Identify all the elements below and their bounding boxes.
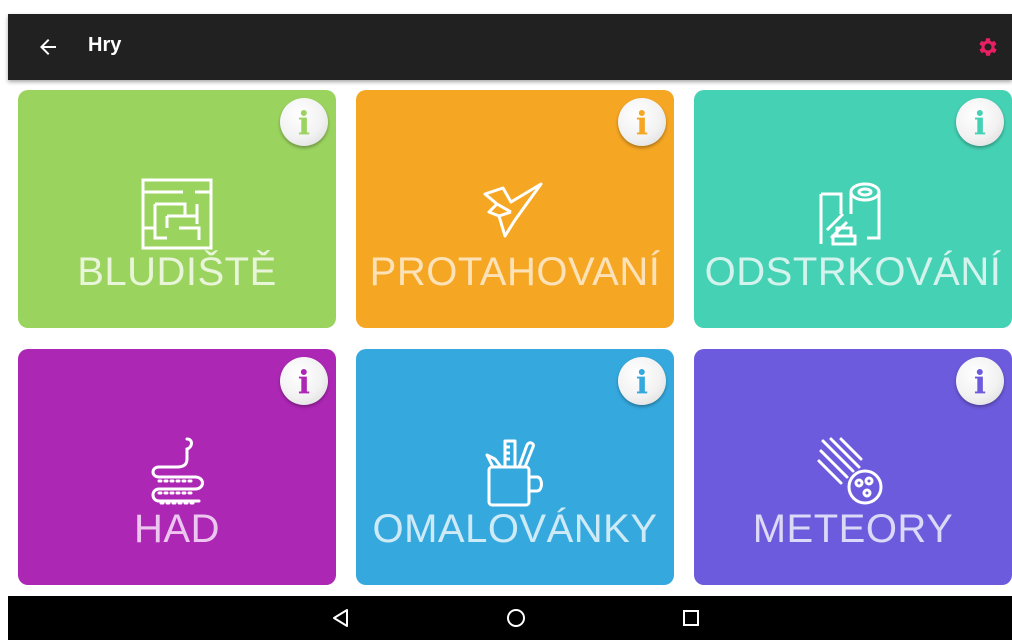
info-icon: i [973,363,987,401]
tile-label: HAD [134,507,220,551]
maze-icon [141,178,213,250]
tile-label: OMALOVÁNKY [372,507,658,551]
info-button[interactable]: i [956,98,1004,146]
tile-label: PROTAHOVANÍ [369,250,661,294]
app-bar: Hry [8,14,1012,80]
info-icon: i [973,104,987,142]
info-button[interactable]: i [956,357,1004,405]
tile-omalovanky[interactable]: i OMALOVÁNKY [356,349,674,585]
system-navbar [8,596,1012,640]
meteor-icon [817,437,883,505]
gear-icon[interactable] [976,35,1000,59]
back-arrow-icon[interactable] [36,35,60,59]
info-button[interactable]: i [280,357,328,405]
tile-label: ODSTRKOVÁNÍ [704,250,1002,294]
info-button[interactable]: i [280,98,328,146]
back-triangle-icon[interactable] [330,607,352,629]
tile-bludiste[interactable]: i BLUDIŠTĚ [18,90,336,328]
tile-protahovani[interactable]: i PROTAHOVANÍ [356,90,674,328]
tile-label: BLUDIŠTĚ [77,250,277,294]
tile-odstrkovani[interactable]: i ODSTRKOVÁNÍ [694,90,1012,328]
origami-bird-icon [483,182,543,238]
info-icon: i [635,363,649,401]
snake-icon [151,437,204,505]
screen: Hry i BLUDIŠTĚ i PROTAHOVANÍ i ODSTRKOVÁ… [0,0,1012,640]
page-title: Hry [88,34,122,56]
tile-label: METEORY [752,507,954,551]
curling-push-icon [819,182,881,246]
info-button[interactable]: i [618,98,666,146]
tile-meteory[interactable]: i METEORY [694,349,1012,585]
tile-had[interactable]: i HAD [18,349,336,585]
home-circle-icon[interactable] [505,607,527,629]
info-icon: i [297,363,311,401]
info-icon: i [297,104,311,142]
recents-square-icon[interactable] [680,607,702,629]
info-button[interactable]: i [618,357,666,405]
game-grid: i BLUDIŠTĚ i PROTAHOVANÍ i ODSTRKOVÁNÍ i… [18,90,1012,588]
pencil-cup-icon [485,439,543,507]
info-icon: i [635,104,649,142]
